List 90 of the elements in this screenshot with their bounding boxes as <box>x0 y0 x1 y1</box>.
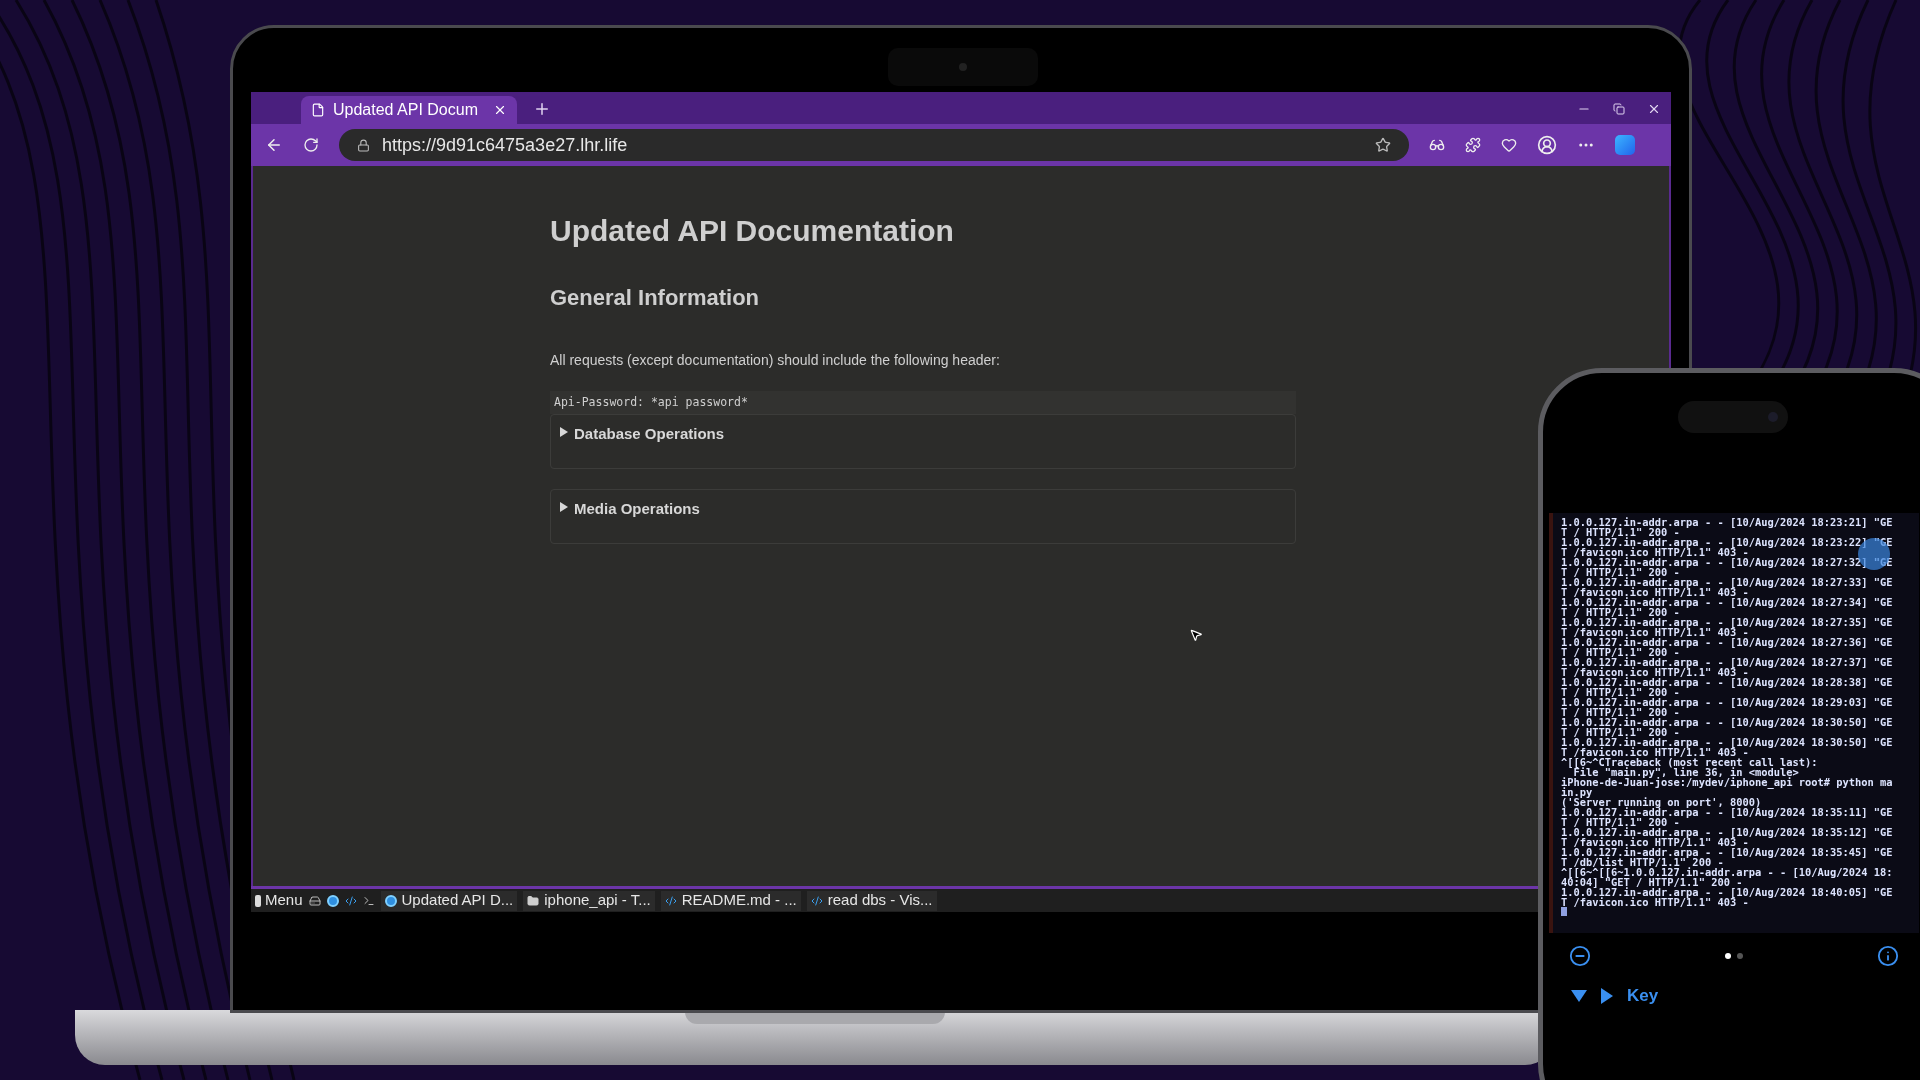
terminal-line: T /favicon.ico HTTP/1.1" 403 - <box>1561 547 1749 557</box>
extensions-icon[interactable] <box>1465 137 1481 153</box>
terminal-line: T / HTTP/1.1" 200 - <box>1561 647 1680 657</box>
terminal-line: in.py <box>1561 787 1593 797</box>
terminal-line: 1.0.0.127.in-addr.arpa - - [10/Aug/2024 18:27:37] "GE <box>1561 657 1894 667</box>
terminal-line: 1.0.0.127.in-addr.arpa - - [10/Aug/2024 18:35:12] "GE <box>1561 827 1894 837</box>
terminal-line: 1.0.0.127.in-addr.arpa - - [10/Aug/2024 18:23:21] "GE <box>1561 517 1894 527</box>
terminal-line: T /favicon.ico HTTP/1.1" 403 - <box>1561 897 1749 907</box>
section-label: Database Operations <box>574 424 725 445</box>
terminal-line: 1.0.0.127.in-addr.arpa - - [10/Aug/2024 18:29:03] "GE <box>1561 697 1894 707</box>
taskbar-window-button[interactable]: iphone_api - T... <box>523 890 655 911</box>
terminal-line: iPhone-de-Juan-jose:/mydev/iphone_api root# python ma <box>1561 777 1894 787</box>
play-icon[interactable] <box>1601 987 1613 1004</box>
terminal-line: T /favicon.ico HTTP/1.1" 403 - <box>1561 587 1749 597</box>
browser-launcher-icon[interactable] <box>326 894 339 907</box>
code-block: Api-Password: *api password* <box>550 391 1296 415</box>
terminal-line: 1.0.0.127.in-addr.arpa - - [10/Aug/2024 18:35:45] "GE <box>1561 847 1894 857</box>
collapsible-section[interactable]: Media Operations <box>550 489 1296 545</box>
browser-icon <box>384 894 397 907</box>
camera-icon <box>959 63 967 71</box>
folder-icon <box>527 894 540 907</box>
info-icon[interactable] <box>1877 945 1899 967</box>
terminal-line: 1.0.0.127.in-addr.arpa - - [10/Aug/2024 18:28:38] "GE <box>1561 677 1894 687</box>
profile-icon[interactable] <box>1537 135 1557 155</box>
terminal-line: 1.0.0.127.in-addr.arpa - - [10/Aug/2024 18:40:05] "GE <box>1561 887 1894 897</box>
taskbar-window-button[interactable]: README.md - ... <box>660 890 801 911</box>
window-title: iphone_api - T... <box>544 890 651 911</box>
taskbar-window-button[interactable]: Updated API D... <box>380 890 518 911</box>
terminal-line: T /favicon.ico HTTP/1.1" 403 - <box>1561 837 1749 847</box>
terminal-line: 1.0.0.127.in-addr.arpa - - [10/Aug/2024 18:27:34] "GE <box>1561 597 1894 607</box>
terminal-line: T / HTTP/1.1" 200 - <box>1561 607 1680 617</box>
terminal-line: 1.0.0.127.in-addr.arpa - - [10/Aug/2024 18:27:36] "GE <box>1561 637 1894 647</box>
mint-logo-icon <box>255 894 261 907</box>
window-title: Updated API D... <box>401 890 514 911</box>
terminal-line: ^[[6~^[[6~1.0.0.127.in-addr.arpa - - [10/Aug/2024 18: <box>1561 867 1894 877</box>
terminal-line: 1.0.0.127.in-addr.arpa - - [10/Aug/2024 18:30:50] "GE <box>1561 737 1894 747</box>
address-field[interactable]: https://9d91c6475a3e27.lhr.life <box>339 129 1409 161</box>
collapsible-section[interactable]: Database Operations <box>550 414 1296 470</box>
page-icon <box>311 103 325 117</box>
key-button[interactable]: Key <box>1627 983 1659 1009</box>
terminal-line: 40:04] "GET / HTTP/1.1" 200 - <box>1561 877 1743 887</box>
glasses-icon[interactable] <box>1429 137 1445 153</box>
window-title: README.md - ... <box>681 890 797 911</box>
terminal-launcher-icon[interactable] <box>362 894 375 907</box>
reload-icon[interactable] <box>303 137 319 153</box>
files-icon[interactable] <box>308 894 321 907</box>
terminal-line: T / HTTP/1.1" 200 - <box>1561 527 1680 537</box>
terminal-line: ('Server running on port', 8000) <box>1561 797 1763 807</box>
tab-title: Updated API Docum <box>333 100 479 120</box>
terminal-line: T / HTTP/1.1" 200 - <box>1561 567 1680 577</box>
terminal-line: T /favicon.ico HTTP/1.1" 403 - <box>1561 667 1749 677</box>
terminal-line: 1.0.0.127.in-addr.arpa - - [10/Aug/2024 18:27:35] "GE <box>1561 617 1894 627</box>
terminal-line: ^[[6~^CTraceback (most recent call last): <box>1561 757 1819 767</box>
new-tab-icon[interactable] <box>533 100 551 118</box>
terminal-line: 1.0.0.127.in-addr.arpa - - [10/Aug/2024 18:27:33] "GE <box>1561 577 1894 587</box>
back-icon[interactable] <box>265 136 283 154</box>
copilot-icon[interactable] <box>1615 135 1635 155</box>
url-text: https://9d91c6475a3e27.lhr.life <box>382 133 629 157</box>
code-editor-launcher-icon[interactable] <box>344 894 357 907</box>
terminal-line: File "main.py", line 36, in <module> <box>1573 767 1799 777</box>
close-tab-icon[interactable] <box>493 103 507 117</box>
favorite-star-icon[interactable] <box>1375 137 1391 153</box>
lock-icon <box>357 138 370 152</box>
mouse-cursor-icon <box>1189 628 1203 642</box>
menu-button[interactable]: Menu <box>255 889 303 912</box>
terminal-line: T /favicon.ico HTTP/1.1" 403 - <box>1561 747 1749 757</box>
browser-tab[interactable]: Updated API Docum <box>301 96 517 124</box>
window-title: read dbs - Vis... <box>827 890 933 911</box>
close-window-icon[interactable] <box>1647 102 1661 116</box>
terminal-line: T / HTTP/1.1" 200 - <box>1561 687 1680 697</box>
heart-icon[interactable] <box>1501 137 1517 153</box>
terminal-line: T / HTTP/1.1" 200 - <box>1561 727 1680 737</box>
intro-paragraph: All requests (except documentation) should include the following header: <box>550 351 1001 370</box>
page-title: Updated API Documentation <box>550 213 955 249</box>
code-editor-icon <box>664 894 677 907</box>
minus-circle-icon[interactable] <box>1569 945 1591 967</box>
triangle-down-icon[interactable] <box>1571 989 1587 1002</box>
section-heading: General Information <box>550 284 761 312</box>
terminal-cursor <box>1561 907 1567 916</box>
restore-icon[interactable] <box>1613 103 1625 115</box>
terminal-line: T /db/list HTTP/1.1" 200 - <box>1561 857 1724 867</box>
terminal-line: 1.0.0.127.in-addr.arpa - - [10/Aug/2024 18:30:50] "GE <box>1561 717 1894 727</box>
terminal-line: T /favicon.ico HTTP/1.1" 403 - <box>1561 627 1749 637</box>
terminal-line: T / HTTP/1.1" 200 - <box>1561 707 1680 717</box>
section-label: Media Operations <box>574 499 700 520</box>
taskbar-window-button[interactable]: read dbs - Vis... <box>806 890 937 911</box>
terminal-line: T / HTTP/1.1" 200 - <box>1561 817 1680 827</box>
terminal-line: 1.0.0.127.in-addr.arpa - - [10/Aug/2024 18:35:11] "GE <box>1561 807 1894 817</box>
camera-icon <box>1768 412 1778 422</box>
code-editor-icon <box>810 894 823 907</box>
